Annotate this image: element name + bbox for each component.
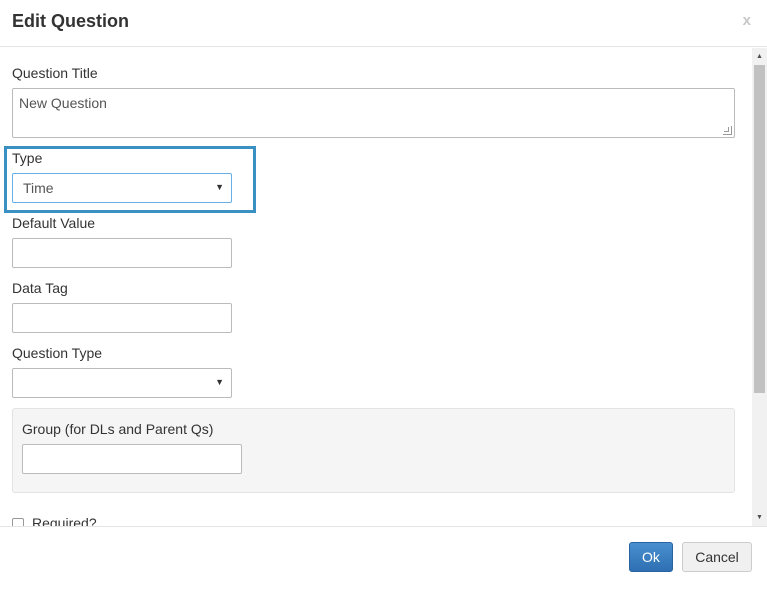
vertical-scrollbar[interactable]: ▲ ▼ (752, 48, 767, 526)
type-label: Type (12, 150, 43, 166)
edit-question-dialog: Edit Question x Question Title New Quest… (0, 0, 767, 589)
data-tag-label: Data Tag (12, 280, 68, 296)
required-checkbox[interactable] (12, 518, 24, 526)
group-label: Group (for DLs and Parent Qs) (22, 421, 214, 437)
data-tag-input[interactable] (12, 303, 232, 333)
dialog-title: Edit Question (12, 11, 129, 31)
scroll-up-icon[interactable]: ▲ (752, 48, 767, 65)
type-select[interactable]: Time ▼ (12, 173, 232, 203)
close-button[interactable]: x (743, 12, 751, 29)
question-type-label: Question Type (12, 345, 103, 361)
question-title-value: New Question (19, 95, 107, 111)
cancel-button[interactable]: Cancel (682, 542, 752, 572)
group-input[interactable] (22, 444, 242, 474)
question-title-label: Question Title (12, 65, 98, 81)
ok-button[interactable]: Ok (629, 542, 673, 572)
chevron-down-icon: ▼ (215, 377, 224, 387)
question-title-textarea[interactable]: New Question (12, 88, 735, 138)
dialog-footer: Ok Cancel (0, 526, 767, 589)
resize-handle-icon[interactable] (723, 126, 732, 135)
dialog-body: Question Title New Question Type Time ▼ … (0, 48, 752, 526)
group-panel: Group (for DLs and Parent Qs) (12, 408, 735, 493)
chevron-down-icon: ▼ (215, 182, 224, 192)
question-type-select[interactable]: ▼ (12, 368, 232, 398)
scrollbar-thumb[interactable] (754, 65, 765, 393)
dialog-header: Edit Question x (0, 0, 767, 47)
required-label: Required? (32, 515, 97, 526)
scroll-down-icon[interactable]: ▼ (752, 509, 767, 526)
type-select-value: Time (23, 180, 54, 196)
default-value-label: Default Value (12, 215, 96, 231)
default-value-input[interactable] (12, 238, 232, 268)
